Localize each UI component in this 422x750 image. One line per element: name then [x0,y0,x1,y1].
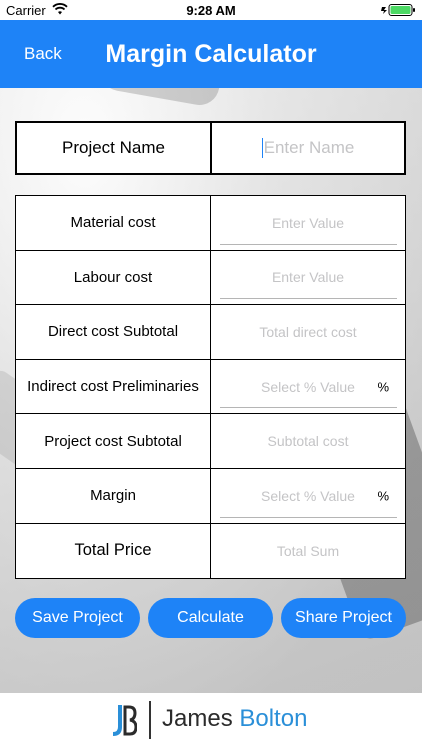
direct-cost-subtotal-label: Direct cost Subtotal [16,305,211,359]
text-caret [261,138,263,158]
labour-cost-placeholder: Enter Value [271,269,345,286]
direct-cost-subtotal-placeholder: Total direct cost [259,323,357,340]
table-row: Total Price Total Sum [16,523,405,579]
background-pen-shape [97,88,223,109]
margin-percent-input[interactable]: Select % Value % [211,469,405,523]
input-underline [220,407,397,409]
footer: James Bolton [0,693,422,750]
total-price-placeholder: Total Sum [276,542,340,559]
status-bar: Carrier 9:28 AM [0,0,422,20]
labour-cost-input[interactable]: Enter Value [211,251,405,305]
project-cost-subtotal-placeholder: Subtotal cost [267,433,349,450]
margin-placeholder: Select % Value [261,487,355,504]
project-name-input[interactable]: Enter Name [212,123,404,173]
table-row: Material cost Enter Value [16,196,405,251]
brand-last-name: Bolton [239,705,308,732]
indirect-cost-percent-input[interactable]: Select % Value % [211,360,405,414]
calculation-table: Material cost Enter Value Labour cost En… [15,195,406,580]
brand-name: James Bolton [162,705,307,733]
brand-first-name: James [162,705,233,732]
indirect-cost-placeholder: Select % Value [261,378,355,395]
brand-logo-icon [112,705,137,736]
save-project-button[interactable]: Save Project [15,598,140,638]
total-price-value: Total Sum [211,524,405,579]
battery-icon [381,4,415,16]
material-cost-label: Material cost [16,196,211,250]
table-row: Direct cost Subtotal Total direct cost [16,305,405,360]
direct-cost-subtotal-value: Total direct cost [211,305,405,359]
logo-divider [149,701,151,739]
material-cost-placeholder: Enter Value [271,214,345,231]
project-name-label: Project Name [17,123,212,173]
nav-bar: Back Margin Calculator [0,20,422,88]
indirect-cost-label: Indirect cost Preliminaries [16,359,211,414]
table-row: Labour cost Enter Value [16,250,405,306]
project-cost-subtotal-value: Subtotal cost [211,414,405,468]
clock: 9:28 AM [186,3,236,18]
input-underline [220,298,397,300]
table-row: Margin Select % Value % [16,468,405,524]
input-underline [220,243,397,245]
labour-cost-label: Labour cost [16,250,211,305]
table-row: Indirect cost Preliminaries Select % Val… [16,359,405,415]
percent-suffix: % [377,379,389,395]
margin-label: Margin [16,468,211,523]
total-price-label: Total Price [16,523,211,579]
share-project-button[interactable]: Share Project [281,598,406,638]
project-cost-subtotal-label: Project cost Subtotal [16,414,211,468]
page-title: Margin Calculator [105,40,317,68]
calculate-button[interactable]: Calculate [148,598,273,638]
project-name-row: Project Name Enter Name [15,121,406,175]
material-cost-input[interactable]: Enter Value [211,196,405,250]
input-underline [220,516,397,518]
percent-suffix: % [377,488,389,504]
project-name-placeholder: Enter Name [263,138,355,157]
table-row: Project cost Subtotal Subtotal cost [16,414,405,469]
